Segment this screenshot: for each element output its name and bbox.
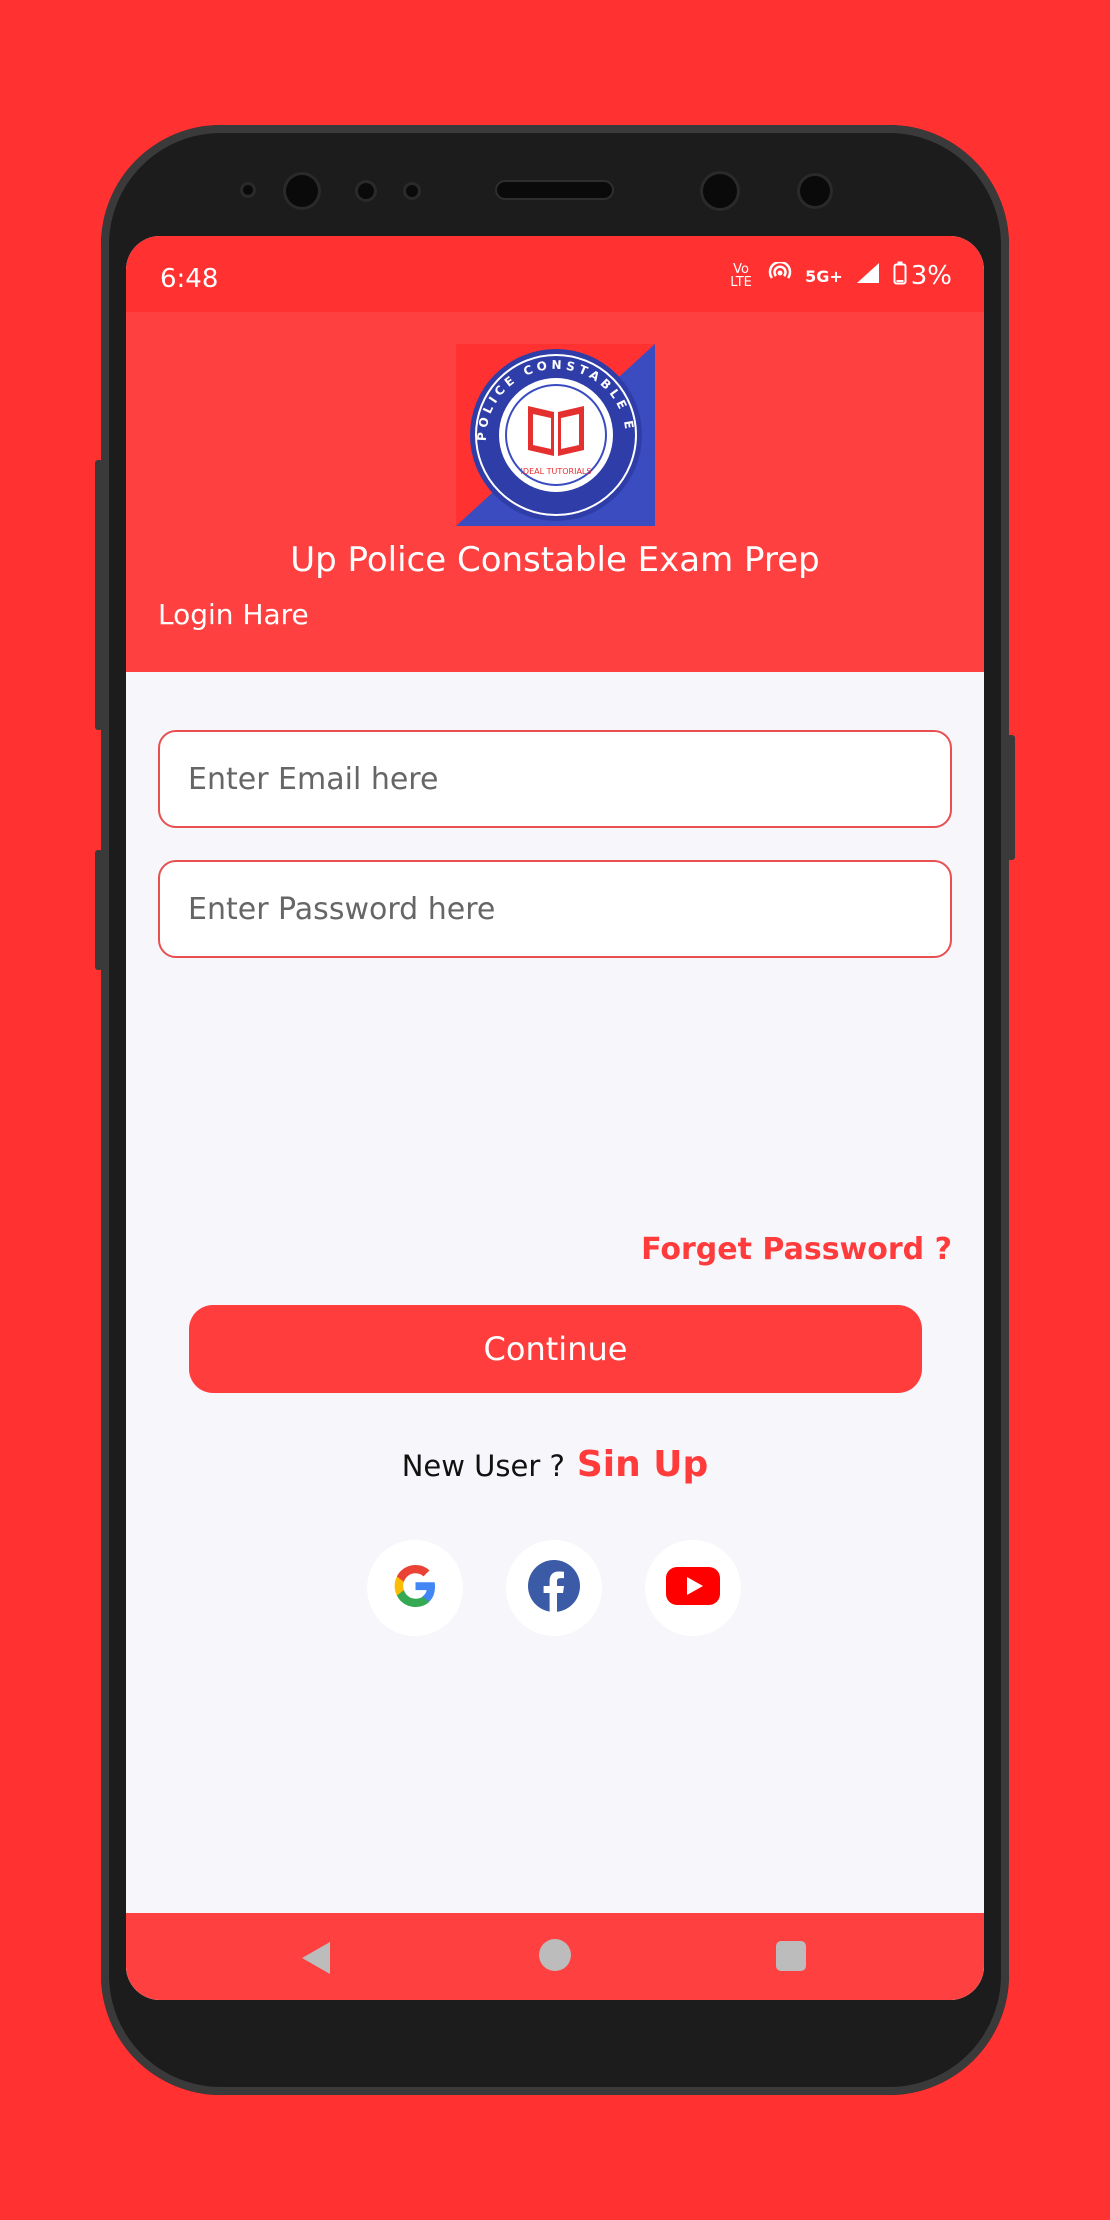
back-icon[interactable] — [302, 1942, 330, 1974]
sensor-dot — [358, 183, 374, 199]
front-camera-secondary — [703, 174, 737, 208]
status-icons: Vo LTE 5G+ 3% — [727, 260, 952, 291]
signup-link[interactable]: Sin Up — [577, 1444, 708, 1485]
power-button — [1007, 735, 1015, 860]
google-login-button[interactable] — [367, 1540, 463, 1636]
home-icon[interactable] — [539, 1939, 571, 1971]
battery-percent: 3% — [910, 261, 952, 291]
continue-button[interactable]: Continue — [189, 1305, 922, 1393]
logo-subtext: IDEAL TUTORIALS — [521, 467, 592, 476]
password-field[interactable]: Enter Password here — [158, 860, 952, 958]
continue-label: Continue — [483, 1330, 628, 1368]
volte-icon: Vo LTE — [730, 262, 752, 290]
app-title: Up Police Constable Exam Prep — [290, 540, 820, 580]
app-logo: UP POLICE CONSTABLE EXAM IDEAL TUTORIALS — [448, 333, 655, 526]
email-placeholder: Enter Email here — [188, 761, 439, 797]
new-user-text: New User ? — [401, 1449, 565, 1483]
login-label: Login Hare — [158, 598, 309, 631]
hotspot-icon — [767, 260, 793, 290]
new-user-row: New User ? Sin Up — [126, 1444, 984, 1485]
nav-bar — [126, 1913, 984, 2000]
header: UP POLICE CONSTABLE EXAM IDEAL TUTORIALS… — [126, 312, 984, 672]
login-card: Enter Email here Enter Password here For… — [126, 672, 984, 2000]
youtube-login-button[interactable] — [645, 1540, 741, 1636]
signal-icon — [855, 261, 881, 291]
sensor-dot — [243, 185, 253, 195]
sensor-dot — [800, 176, 830, 206]
network-type: 5G+ — [805, 266, 843, 286]
facebook-login-button[interactable] — [506, 1540, 602, 1636]
front-camera — [286, 175, 318, 207]
sensor-dot — [406, 185, 418, 197]
screen: 6:48 Vo LTE 5G+ 3% POLICE CONSTABLE E ID… — [126, 236, 984, 2000]
battery-icon — [893, 261, 907, 291]
earpiece-speaker — [497, 182, 612, 198]
facebook-icon — [527, 1559, 581, 1617]
status-bar: 6:48 Vo LTE 5G+ 3% — [126, 236, 984, 312]
recent-apps-icon[interactable] — [776, 1941, 806, 1971]
volume-button — [95, 460, 103, 730]
side-button — [95, 850, 103, 970]
youtube-icon — [666, 1567, 720, 1609]
google-icon — [389, 1560, 441, 1616]
status-time: 6:48 — [160, 264, 219, 294]
forget-password-link[interactable]: Forget Password ? — [641, 1232, 952, 1267]
email-field[interactable]: Enter Email here — [158, 730, 952, 828]
password-placeholder: Enter Password here — [188, 891, 496, 927]
